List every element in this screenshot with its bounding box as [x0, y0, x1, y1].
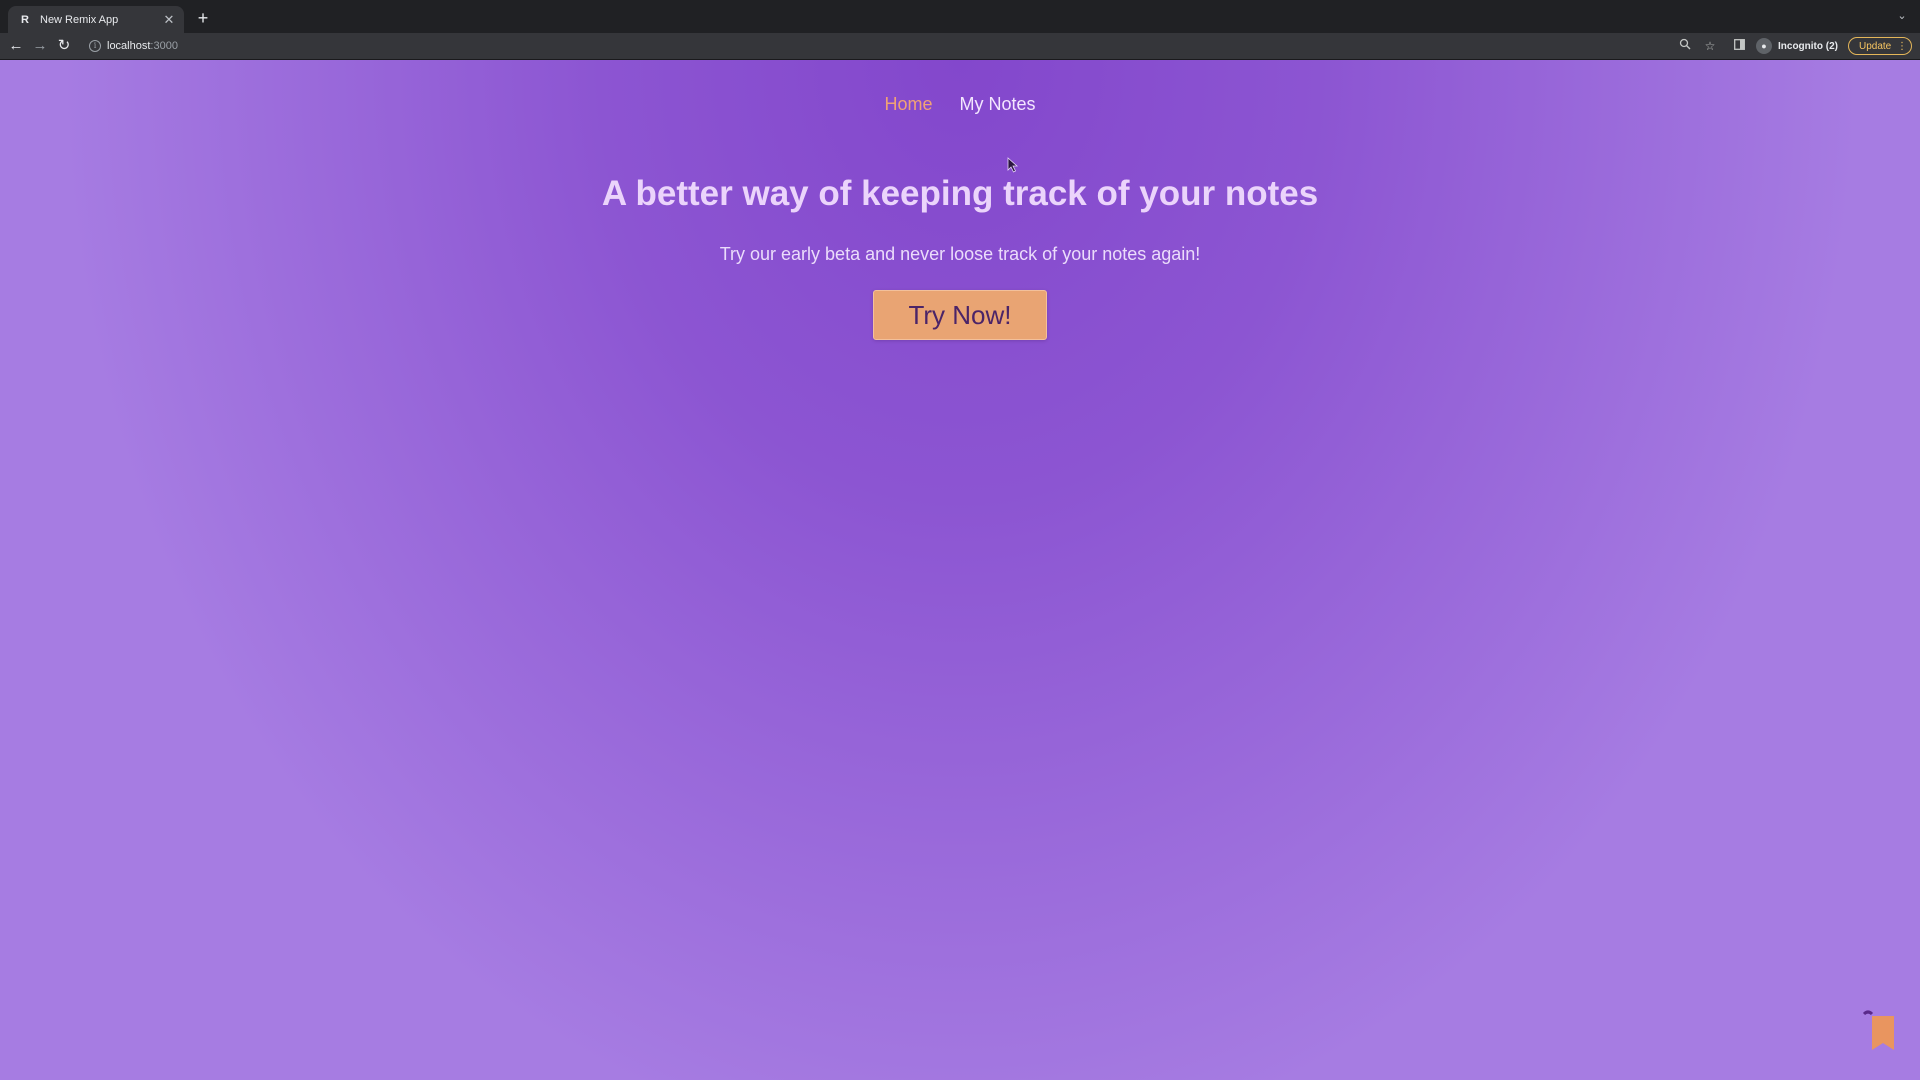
main-nav: Home My Notes — [0, 94, 1920, 115]
page-viewport: Home My Notes A better way of keeping tr… — [0, 60, 1920, 1080]
info-icon[interactable]: i — [89, 40, 101, 52]
try-now-button[interactable]: Try Now! — [873, 290, 1047, 340]
mouse-cursor-icon — [1007, 157, 1019, 173]
url-port: :3000 — [150, 40, 178, 52]
tab-search-icon[interactable]: ⌄ — [1894, 9, 1910, 25]
forward-arrow-icon[interactable]: → — [30, 36, 50, 56]
address-bar[interactable]: i localhost :3000 — [83, 36, 1663, 56]
close-icon[interactable]: ✕ — [162, 12, 176, 28]
star-icon[interactable]: ☆ — [1702, 38, 1718, 54]
update-label: Update — [1859, 40, 1892, 52]
reload-icon[interactable]: ↻ — [54, 36, 74, 56]
remix-favicon-icon: R — [21, 13, 29, 26]
browser-tab[interactable]: R New Remix App ✕ — [8, 6, 184, 33]
kebab-menu-icon: ⋮ — [1897, 40, 1907, 52]
remix-dev-badge-icon[interactable] — [1862, 1010, 1896, 1052]
hero-subtitle: Try our early beta and never loose track… — [719, 244, 1201, 264]
zoom-icon[interactable] — [1677, 38, 1693, 54]
url-host: localhost — [107, 40, 151, 52]
hero-title: A better way of keeping track of your no… — [601, 174, 1319, 213]
nav-link-my-notes[interactable]: My Notes — [959, 94, 1035, 115]
update-button[interactable]: Update ⋮ — [1848, 37, 1912, 55]
profile-label: Incognito (2) — [1778, 40, 1838, 52]
new-tab-plus-icon[interactable]: + — [193, 8, 213, 28]
side-panel-icon[interactable] — [1731, 38, 1747, 54]
browser-toolbar: ← → ↻ i localhost :3000 ☆ ● Incognito (2… — [0, 33, 1920, 60]
tab-strip: R New Remix App ✕ + ⌄ — [0, 0, 1920, 33]
tab-title: New Remix App — [40, 13, 119, 26]
nav-link-home[interactable]: Home — [884, 94, 932, 115]
profile-button[interactable]: ● Incognito (2) — [1756, 37, 1838, 55]
incognito-icon: ● — [1756, 38, 1772, 54]
back-arrow-icon[interactable]: ← — [6, 36, 26, 56]
